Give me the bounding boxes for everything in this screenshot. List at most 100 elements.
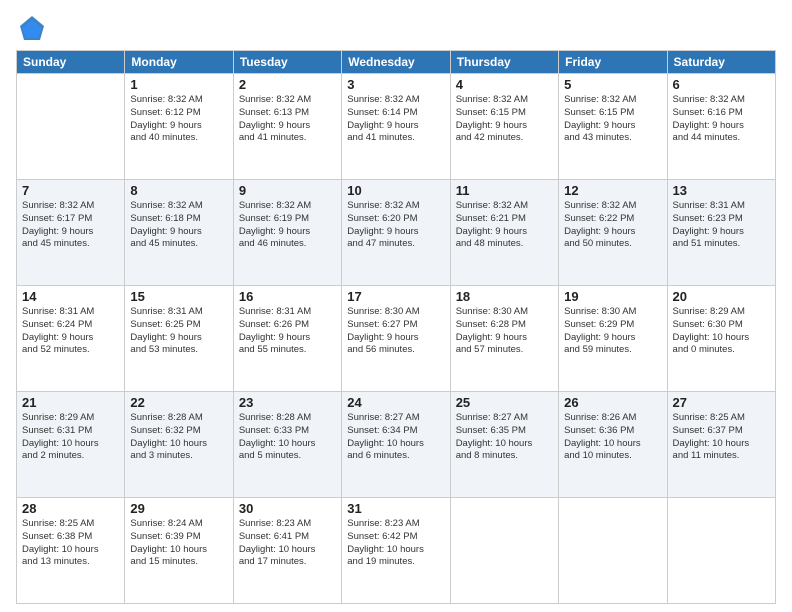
week-row-2: 7 Sunrise: 8:32 AM Sunset: 6:17 PM Daylig… (17, 180, 776, 286)
day-info: Sunrise: 8:32 AM Sunset: 6:20 PM Dayligh… (347, 200, 444, 251)
page: SundayMondayTuesdayWednesdayThursdayFrid… (0, 0, 792, 612)
day-number: 6 (673, 77, 770, 92)
day-number: 24 (347, 395, 444, 410)
logo (16, 12, 50, 44)
day-cell: 22Sunrise: 8:28 AM Sunset: 6:32 PM Dayli… (125, 392, 233, 498)
day-number: 2 (239, 77, 336, 92)
day-info: Sunrise: 8:32 AM Sunset: 6:12 PM Dayligh… (130, 94, 227, 145)
logo-icon (16, 12, 48, 44)
header (16, 12, 776, 44)
day-number: 17 (347, 289, 444, 304)
col-header-friday: Friday (559, 51, 667, 74)
day-info: Sunrise: 8:26 AM Sunset: 6:36 PM Dayligh… (564, 412, 661, 463)
col-header-saturday: Saturday (667, 51, 775, 74)
day-cell (17, 74, 125, 180)
col-header-monday: Monday (125, 51, 233, 74)
day-number: 29 (130, 501, 227, 516)
day-number: 15 (130, 289, 227, 304)
day-info: Sunrise: 8:32 AM Sunset: 6:13 PM Dayligh… (239, 94, 336, 145)
day-info: Sunrise: 8:24 AM Sunset: 6:39 PM Dayligh… (130, 518, 227, 569)
day-number: 1 (130, 77, 227, 92)
day-number: 7 (22, 183, 119, 198)
day-number: 8 (130, 183, 227, 198)
day-cell: 23 Sunrise: 8:28 AM Sunset: 6:33 PM Dayli… (233, 392, 341, 498)
day-number: 20 (673, 289, 770, 304)
day-info: Sunrise: 8:28 AM Sunset: 6:32 PM Dayligh… (130, 412, 227, 463)
day-cell: 12Sunrise: 8:32 AM Sunset: 6:22 PM Dayli… (559, 180, 667, 286)
day-cell: 1 Sunrise: 8:32 AM Sunset: 6:12 PM Daylig… (125, 74, 233, 180)
col-header-sunday: Sunday (17, 51, 125, 74)
day-info: Sunrise: 8:25 AM Sunset: 6:37 PM Dayligh… (673, 412, 770, 463)
day-cell: 14 Sunrise: 8:31 AM Sunset: 6:24 PM Dayli… (17, 286, 125, 392)
day-cell: 27 Sunrise: 8:25 AM Sunset: 6:37 PM Dayli… (667, 392, 775, 498)
day-number: 19 (564, 289, 661, 304)
day-number: 30 (239, 501, 336, 516)
day-info: Sunrise: 8:23 AM Sunset: 6:42 PM Dayligh… (347, 518, 444, 569)
day-info: Sunrise: 8:30 AM Sunset: 6:29 PM Dayligh… (564, 306, 661, 357)
day-cell: 10 Sunrise: 8:32 AM Sunset: 6:20 PM Dayli… (342, 180, 450, 286)
col-header-tuesday: Tuesday (233, 51, 341, 74)
day-info: Sunrise: 8:31 AM Sunset: 6:24 PM Dayligh… (22, 306, 119, 357)
day-cell: 19 Sunrise: 8:30 AM Sunset: 6:29 PM Dayli… (559, 286, 667, 392)
day-cell: 11 Sunrise: 8:32 AM Sunset: 6:21 PM Dayli… (450, 180, 558, 286)
day-cell: 7 Sunrise: 8:32 AM Sunset: 6:17 PM Daylig… (17, 180, 125, 286)
day-cell: 3Sunrise: 8:32 AM Sunset: 6:14 PM Daylig… (342, 74, 450, 180)
col-header-wednesday: Wednesday (342, 51, 450, 74)
day-cell (667, 498, 775, 604)
day-cell (450, 498, 558, 604)
day-number: 12 (564, 183, 661, 198)
day-number: 28 (22, 501, 119, 516)
day-cell: 29 Sunrise: 8:24 AM Sunset: 6:39 PM Dayli… (125, 498, 233, 604)
day-info: Sunrise: 8:31 AM Sunset: 6:26 PM Dayligh… (239, 306, 336, 357)
week-row-4: 21Sunrise: 8:29 AM Sunset: 6:31 PM Dayli… (17, 392, 776, 498)
week-row-3: 14 Sunrise: 8:31 AM Sunset: 6:24 PM Dayli… (17, 286, 776, 392)
day-number: 9 (239, 183, 336, 198)
column-header-row: SundayMondayTuesdayWednesdayThursdayFrid… (17, 51, 776, 74)
day-number: 23 (239, 395, 336, 410)
day-number: 5 (564, 77, 661, 92)
day-number: 31 (347, 501, 444, 516)
day-cell: 15 Sunrise: 8:31 AM Sunset: 6:25 PM Dayli… (125, 286, 233, 392)
day-info: Sunrise: 8:32 AM Sunset: 6:15 PM Dayligh… (564, 94, 661, 145)
day-info: Sunrise: 8:32 AM Sunset: 6:21 PM Dayligh… (456, 200, 553, 251)
day-number: 13 (673, 183, 770, 198)
week-row-1: 1 Sunrise: 8:32 AM Sunset: 6:12 PM Daylig… (17, 74, 776, 180)
day-info: Sunrise: 8:29 AM Sunset: 6:30 PM Dayligh… (673, 306, 770, 357)
day-cell: 4 Sunrise: 8:32 AM Sunset: 6:15 PM Daylig… (450, 74, 558, 180)
day-cell: 25Sunrise: 8:27 AM Sunset: 6:35 PM Dayli… (450, 392, 558, 498)
week-row-5: 28 Sunrise: 8:25 AM Sunset: 6:38 PM Dayli… (17, 498, 776, 604)
day-cell: 30 Sunrise: 8:23 AM Sunset: 6:41 PM Dayli… (233, 498, 341, 604)
day-info: Sunrise: 8:25 AM Sunset: 6:38 PM Dayligh… (22, 518, 119, 569)
day-number: 10 (347, 183, 444, 198)
day-cell: 21Sunrise: 8:29 AM Sunset: 6:31 PM Dayli… (17, 392, 125, 498)
day-number: 18 (456, 289, 553, 304)
day-number: 11 (456, 183, 553, 198)
day-number: 27 (673, 395, 770, 410)
day-cell: 9 Sunrise: 8:32 AM Sunset: 6:19 PM Daylig… (233, 180, 341, 286)
day-number: 3 (347, 77, 444, 92)
day-info: Sunrise: 8:32 AM Sunset: 6:15 PM Dayligh… (456, 94, 553, 145)
day-info: Sunrise: 8:32 AM Sunset: 6:18 PM Dayligh… (130, 200, 227, 251)
day-cell: 13 Sunrise: 8:31 AM Sunset: 6:23 PM Dayli… (667, 180, 775, 286)
day-cell: 17 Sunrise: 8:30 AM Sunset: 6:27 PM Dayli… (342, 286, 450, 392)
day-cell: 6 Sunrise: 8:32 AM Sunset: 6:16 PM Daylig… (667, 74, 775, 180)
calendar-table: SundayMondayTuesdayWednesdayThursdayFrid… (16, 50, 776, 604)
day-number: 14 (22, 289, 119, 304)
day-cell: 5 Sunrise: 8:32 AM Sunset: 6:15 PM Daylig… (559, 74, 667, 180)
day-info: Sunrise: 8:28 AM Sunset: 6:33 PM Dayligh… (239, 412, 336, 463)
day-info: Sunrise: 8:31 AM Sunset: 6:23 PM Dayligh… (673, 200, 770, 251)
day-info: Sunrise: 8:31 AM Sunset: 6:25 PM Dayligh… (130, 306, 227, 357)
day-info: Sunrise: 8:23 AM Sunset: 6:41 PM Dayligh… (239, 518, 336, 569)
day-number: 25 (456, 395, 553, 410)
day-info: Sunrise: 8:32 AM Sunset: 6:19 PM Dayligh… (239, 200, 336, 251)
day-cell: 26 Sunrise: 8:26 AM Sunset: 6:36 PM Dayli… (559, 392, 667, 498)
day-cell: 8 Sunrise: 8:32 AM Sunset: 6:18 PM Daylig… (125, 180, 233, 286)
day-info: Sunrise: 8:30 AM Sunset: 6:27 PM Dayligh… (347, 306, 444, 357)
day-number: 21 (22, 395, 119, 410)
day-info: Sunrise: 8:32 AM Sunset: 6:16 PM Dayligh… (673, 94, 770, 145)
day-cell: 20 Sunrise: 8:29 AM Sunset: 6:30 PM Dayli… (667, 286, 775, 392)
day-number: 26 (564, 395, 661, 410)
day-number: 4 (456, 77, 553, 92)
day-info: Sunrise: 8:32 AM Sunset: 6:17 PM Dayligh… (22, 200, 119, 251)
day-cell: 28 Sunrise: 8:25 AM Sunset: 6:38 PM Dayli… (17, 498, 125, 604)
